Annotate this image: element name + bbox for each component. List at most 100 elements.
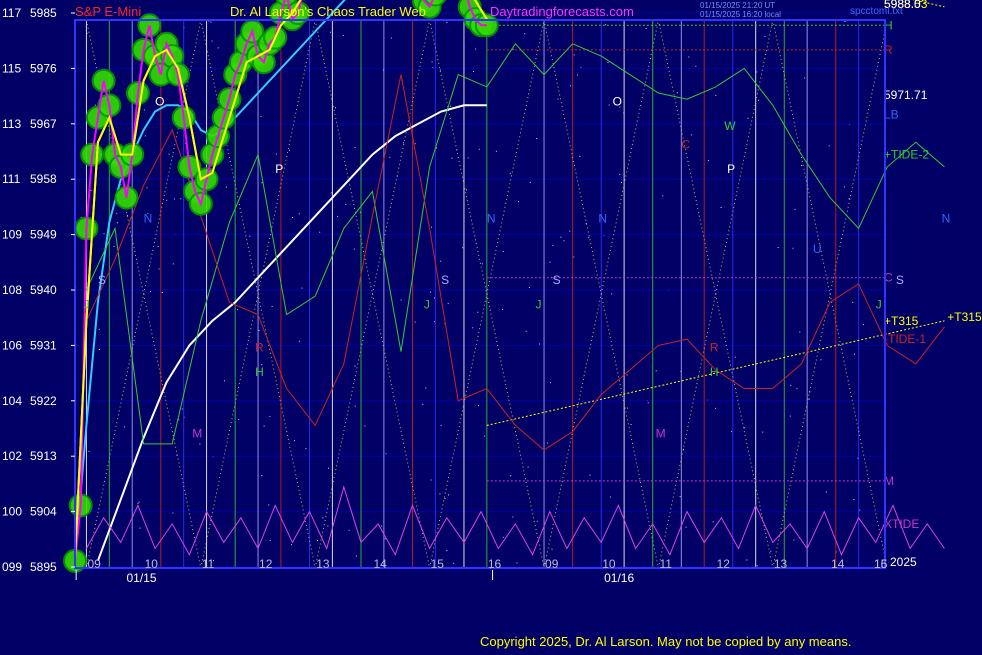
star-dot	[355, 555, 357, 557]
chart-annotation: J	[876, 297, 882, 311]
star-dot	[630, 424, 632, 425]
star-dot	[525, 330, 527, 332]
site-link[interactable]: Daytradingforecasts.com	[490, 4, 634, 19]
star-dot	[676, 92, 678, 94]
star-dot	[146, 187, 148, 189]
chart-annotation: S	[553, 273, 561, 287]
chart-annotation: S	[98, 273, 106, 287]
star-dot	[563, 240, 565, 242]
chart-annotation: R	[255, 341, 264, 355]
y-tick-label-right: 5931	[30, 338, 57, 352]
star-dot	[762, 431, 764, 433]
y-tick-label-right: 5949	[30, 228, 57, 242]
y-tick-label-left: 117	[2, 6, 21, 20]
star-dot	[261, 182, 263, 184]
chart-annotation: +T315	[947, 310, 982, 324]
star-dot	[139, 527, 141, 529]
star-dot	[430, 291, 431, 293]
chart-annotation: O	[613, 94, 622, 108]
star-dot	[431, 226, 432, 228]
star-dot	[328, 467, 329, 469]
star-dot	[327, 525, 329, 527]
chart-annotation: O	[155, 94, 164, 108]
star-dot	[605, 24, 607, 26]
star-dot	[317, 540, 318, 541]
star-dot	[400, 299, 402, 301]
star-dot	[528, 287, 530, 288]
star-dot	[403, 142, 404, 144]
chart-annotation: J	[535, 297, 541, 311]
star-dot	[573, 256, 575, 258]
y-tick-label-right: 5922	[30, 394, 57, 408]
star-dot	[529, 181, 531, 183]
chart-annotation: U	[813, 242, 822, 256]
chart-annotation: W	[724, 119, 736, 133]
chart-annotation: J	[424, 297, 430, 311]
star-dot	[707, 160, 709, 161]
star-dot	[144, 135, 146, 137]
star-dot	[319, 231, 321, 233]
star-dot	[609, 496, 611, 498]
y-tick-label-left: 109	[2, 228, 22, 242]
star-dot	[478, 405, 480, 407]
star-dot	[224, 380, 225, 382]
x-tick-label: 13	[316, 557, 330, 571]
star-dot	[158, 268, 160, 270]
star-dot	[524, 33, 526, 35]
star-dot	[330, 31, 332, 33]
star-dot	[425, 387, 427, 389]
star-dot	[852, 301, 854, 303]
y-tick-label-left: 113	[2, 117, 21, 131]
star-dot	[853, 353, 855, 355]
x-tick-label: 13	[774, 557, 788, 571]
star-dot	[258, 329, 260, 331]
star-dot	[431, 61, 433, 63]
star-dot	[536, 520, 538, 522]
y-tick-label-right: 5958	[30, 172, 57, 186]
star-dot	[715, 407, 716, 409]
star-dot	[172, 263, 174, 265]
star-dot	[447, 303, 449, 305]
chart-annotation: P	[727, 162, 735, 176]
star-dot	[557, 98, 559, 100]
star-dot	[688, 56, 690, 58]
star-dot	[747, 117, 749, 119]
star-dot	[237, 309, 239, 311]
star-dot	[844, 21, 846, 22]
star-dot	[439, 493, 441, 495]
star-dot	[161, 292, 163, 293]
star-dot	[579, 155, 581, 157]
star-dot	[744, 427, 746, 429]
x-date-label: 01/15	[126, 571, 156, 585]
x-tick-label: 12	[259, 557, 273, 571]
y-tick-label-left: 099	[2, 560, 22, 574]
y-tick-label-left: 104	[2, 394, 22, 408]
star-dot	[354, 147, 356, 148]
star-dot	[98, 328, 100, 330]
chart-annotation: M	[192, 427, 202, 441]
star-dot	[298, 213, 300, 215]
star-dot	[210, 21, 212, 23]
star-dot	[560, 236, 562, 238]
star-dot	[116, 222, 118, 224]
timestamp-ut: 01/15/2025 21:20 UT	[700, 1, 776, 10]
y-tick-label-left: 102	[2, 449, 22, 463]
star-dot	[551, 548, 553, 550]
chart-wrap: OOPPNNNNSSSSJJJJHHRRMMCWUT180T180+T31559…	[0, 0, 982, 650]
star-dot	[799, 331, 801, 333]
star-dot	[547, 442, 549, 444]
x-tick-label: 16	[874, 557, 888, 571]
star-dot	[502, 536, 504, 538]
star-dot	[389, 156, 391, 158]
star-dot	[199, 443, 201, 445]
star-dot	[261, 475, 263, 477]
star-dot	[225, 186, 227, 188]
chart-annotation: C	[681, 137, 690, 151]
star-dot	[715, 94, 717, 96]
star-dot	[440, 260, 442, 262]
x-tick-label: 14	[831, 557, 845, 571]
star-dot	[536, 138, 538, 139]
star-dot	[608, 104, 610, 106]
right-label: +T315	[884, 314, 919, 328]
chart-annotation: S	[896, 273, 904, 287]
